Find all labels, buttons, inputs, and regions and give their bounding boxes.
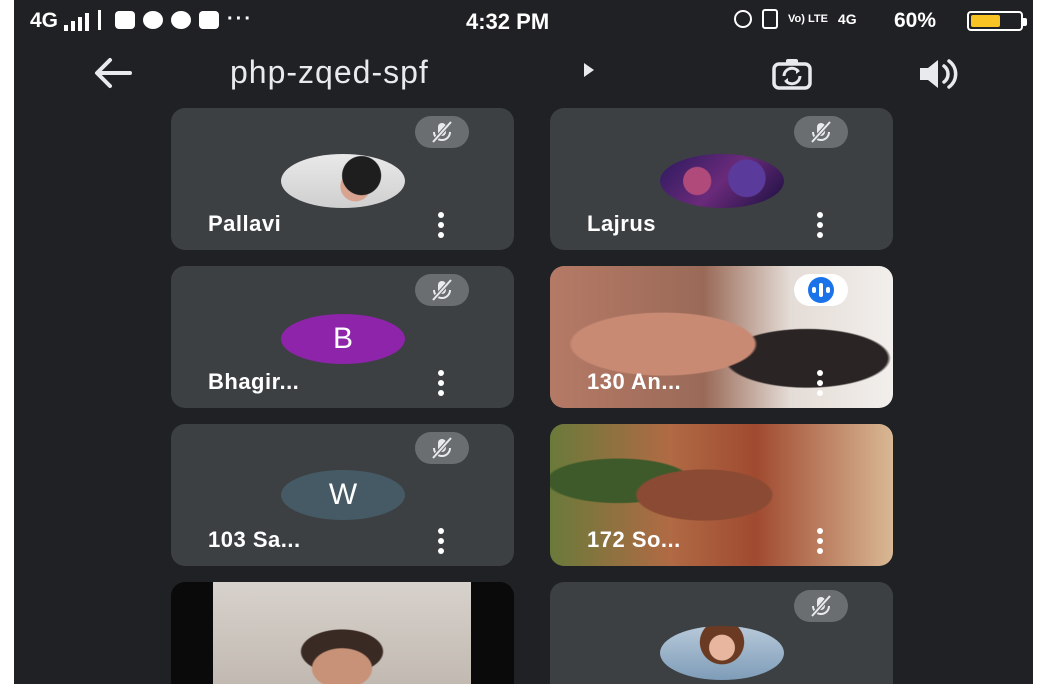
participant-tile[interactable] [171, 582, 514, 684]
mic-off-badge [415, 116, 469, 148]
participant-tile[interactable]: 130 An... [550, 266, 893, 408]
back-arrow-icon[interactable] [90, 50, 136, 96]
status-bar: 4G ··· 4:32 PM Vo) LTE 4G 60% [14, 0, 1033, 38]
participant-name: Pallavi [208, 211, 282, 236]
participant-avatar-photo [281, 154, 405, 208]
battery-fill [971, 15, 1000, 27]
participant-name: 172 So... [587, 527, 681, 552]
participant-avatar-photo [660, 154, 784, 208]
switch-camera-icon[interactable] [768, 50, 816, 98]
net-type-label: 4G [837, 11, 857, 27]
more-vert-icon[interactable] [813, 212, 827, 238]
participant-tile[interactable]: 172 So... [550, 424, 893, 566]
mic-off-badge [794, 116, 848, 148]
participant-name: Bhagir... [208, 369, 300, 394]
participant-avatar-letter: W [281, 470, 405, 520]
system-icons: Vo) LTE 4G [734, 9, 857, 29]
meeting-code-title[interactable]: php-zqed-spf [230, 54, 429, 91]
mic-off-icon [431, 436, 453, 460]
participant-tile[interactable] [550, 582, 893, 684]
chat-icon [143, 10, 163, 29]
more-notifications-icon: ··· [227, 8, 253, 30]
signal-bars-icon [64, 13, 89, 31]
participant-tile[interactable]: Pallavi [171, 108, 514, 250]
participant-tile[interactable]: W 103 Sa... [171, 424, 514, 566]
participant-name: 130 An... [587, 369, 682, 394]
divider [98, 9, 101, 30]
battery-percent: 60% [894, 9, 937, 32]
mic-off-icon [431, 120, 453, 144]
facebook-icon [115, 10, 135, 29]
battery-tip [1023, 18, 1027, 26]
battery-icon [967, 11, 1027, 31]
participant-video [213, 582, 471, 684]
mic-off-badge [415, 274, 469, 306]
participant-name: Lajrus [587, 211, 657, 236]
meeting-app-bar: php-zqed-spf [14, 50, 1033, 100]
participant-name: 103 Sa... [208, 527, 301, 552]
chrome-icon [171, 10, 191, 29]
clock: 4:32 PM [466, 9, 550, 34]
mic-off-badge [794, 590, 848, 622]
mic-off-icon [810, 120, 832, 144]
mail-icon [199, 10, 219, 29]
vibrate-icon [762, 9, 778, 29]
caret-right-icon[interactable] [584, 63, 594, 77]
mic-off-badge [415, 432, 469, 464]
more-vert-icon[interactable] [434, 370, 448, 396]
more-vert-icon[interactable] [813, 528, 827, 554]
mic-off-icon [431, 278, 453, 302]
more-vert-icon[interactable] [434, 212, 448, 238]
more-vert-icon[interactable] [813, 370, 827, 396]
participant-tile[interactable]: Lajrus [550, 108, 893, 250]
audio-level-icon [808, 277, 834, 303]
mic-off-icon [810, 594, 832, 618]
speaker-icon[interactable] [912, 50, 962, 98]
participant-tile[interactable]: B Bhagir... [171, 266, 514, 408]
more-vert-icon[interactable] [434, 528, 448, 554]
network-indicator: 4G [30, 9, 59, 32]
alarm-icon [734, 10, 752, 28]
phone-screen: 4G ··· 4:32 PM Vo) LTE 4G 60% php-zqed-s… [14, 0, 1033, 684]
participant-avatar-photo [660, 626, 784, 680]
participant-avatar-letter: B [281, 314, 405, 364]
speaking-indicator [794, 274, 848, 306]
notification-icons: ··· [98, 8, 253, 31]
volte-label: Vo) LTE [788, 13, 828, 25]
